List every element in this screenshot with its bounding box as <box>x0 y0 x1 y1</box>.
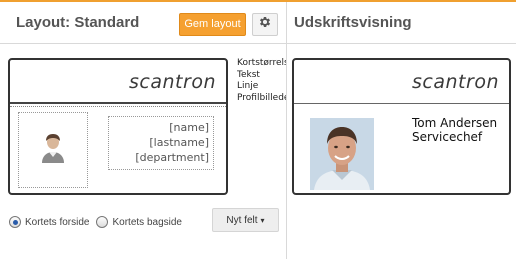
layout-header: Layout: Standard Gem layout <box>0 2 286 44</box>
card-preview-header: scantron <box>294 60 509 104</box>
scantron-logo-preview: scantron <box>412 71 499 93</box>
radio-front-control[interactable] <box>9 216 21 228</box>
preview-text-block: Tom Andersen Servicechef <box>412 116 497 144</box>
placeholder-department: [department] <box>135 151 209 164</box>
new-field-label: Nyt felt <box>226 214 258 226</box>
layout-title: Layout: Standard <box>16 14 140 31</box>
person-icon <box>40 133 66 168</box>
photo-dropzone[interactable] <box>18 112 88 188</box>
profile-photo <box>310 118 374 190</box>
caret-down-icon: ▾ <box>260 215 265 225</box>
preview-job-title: Servicechef <box>412 130 483 144</box>
save-layout-button[interactable]: Gem layout <box>179 13 246 36</box>
gear-icon <box>258 15 272 34</box>
placeholder-name: [name] [lastname] <box>149 121 209 149</box>
preview-panel: Udskriftsvisning scantron Tom Andersen S… <box>287 2 516 259</box>
radio-front[interactable]: Kortets forside <box>9 216 89 228</box>
preview-header: Udskriftsvisning <box>287 2 516 44</box>
settings-button[interactable] <box>252 13 278 36</box>
radio-back-control[interactable] <box>96 216 109 228</box>
card-header-zone[interactable]: scantron <box>10 60 226 107</box>
menu-item-card-size[interactable]: Kortstørrelse <box>237 58 286 70</box>
layout-panel: Layout: Standard Gem layout scantron [na… <box>0 2 286 259</box>
text-dropzone[interactable]: [name] [lastname] [department] <box>108 116 214 170</box>
element-menu: Kortstørrelse Tekst Linje Profilbillede <box>237 58 286 104</box>
preview-name: Tom Andersen <box>412 116 498 130</box>
card-side-selector: Kortets forside Kortets bagside <box>9 214 189 230</box>
menu-item-text[interactable]: Tekst <box>237 70 286 82</box>
radio-back-label: Kortets bagside <box>112 216 182 228</box>
card-layout-editor[interactable]: scantron [name] [lastname] [department] <box>8 58 228 195</box>
menu-item-line[interactable]: Linje <box>237 81 286 93</box>
new-field-button[interactable]: Nyt felt ▾ <box>212 208 279 232</box>
menu-item-profile-picture[interactable]: Profilbillede <box>237 93 286 105</box>
card-preview: scantron Tom Andersen Servicechef <box>292 58 511 195</box>
preview-title: Udskriftsvisning <box>294 14 412 31</box>
radio-front-label: Kortets forside <box>25 216 90 228</box>
radio-back[interactable]: Kortets bagside <box>96 216 182 228</box>
scantron-logo: scantron <box>129 71 216 93</box>
